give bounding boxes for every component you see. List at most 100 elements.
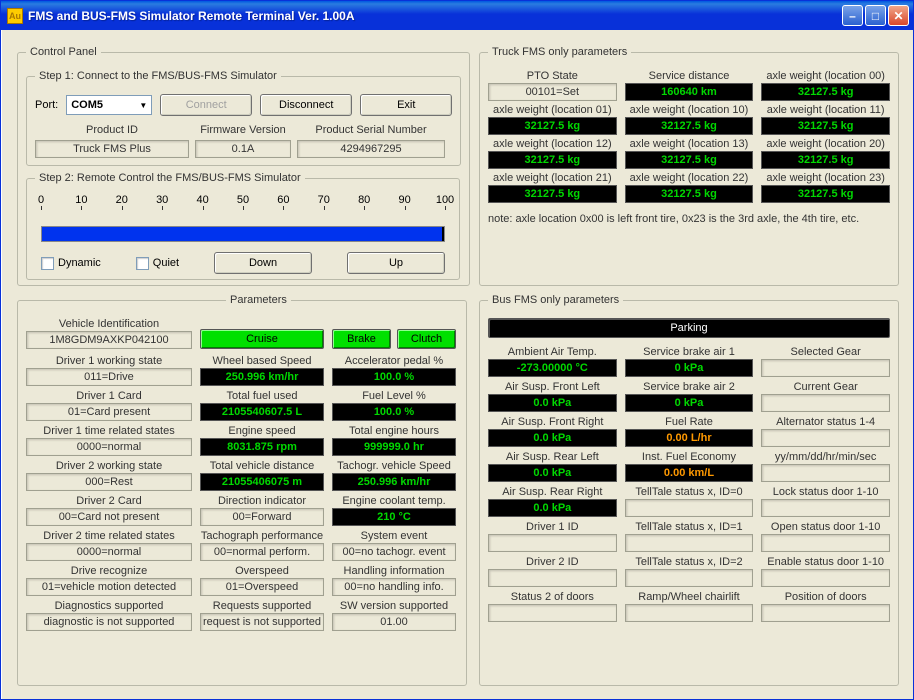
field-value: 00=Card not present (26, 508, 192, 526)
port-select[interactable]: COM5 ▼ (66, 95, 152, 115)
quiet-checkbox[interactable]: Quiet (136, 257, 179, 270)
close-button[interactable]: ✕ (888, 5, 909, 26)
field-label: axle weight (location 23) (761, 172, 890, 184)
parameters-group: Parameters Vehicle Identification 1M8GDM… (17, 294, 467, 686)
scale-tick-label: 20 (116, 194, 128, 206)
field-value (488, 569, 617, 587)
connect-button[interactable]: Connect (160, 94, 252, 116)
maximize-button[interactable]: □ (865, 5, 886, 26)
fw-value: 0.1A (195, 140, 291, 158)
field-label: TellTale status x, ID=0 (625, 486, 754, 498)
field-label: Tachograph performance (200, 530, 324, 542)
field-label: Wheel based Speed (200, 355, 324, 367)
field-label: Air Susp. Front Right (488, 416, 617, 428)
field-label: Driver 2 Card (26, 495, 192, 507)
field-label: Total fuel used (200, 390, 324, 402)
serial-value: 4294967295 (297, 140, 445, 158)
field-label: Driver 1 working state (26, 355, 192, 367)
field-label: axle weight (location 20) (761, 138, 890, 150)
parking-button[interactable]: Parking (488, 318, 890, 338)
scale-tick-label: 10 (75, 194, 87, 206)
control-panel-group: Control Panel Step 1: Connect to the FMS… (17, 46, 470, 286)
fw-label: Firmware Version (195, 124, 291, 136)
progress-bar[interactable] (41, 226, 445, 242)
field-label: Accelerator pedal % (332, 355, 456, 367)
field-value: 0.0 kPa (488, 464, 617, 482)
field-label: Driver 1 ID (488, 521, 617, 533)
field-label: Direction indicator (200, 495, 324, 507)
field-label: Requests supported (200, 600, 324, 612)
field-value: 0.00 L/hr (625, 429, 754, 447)
truck-fms-group: Truck FMS only parameters PTO State00101… (479, 46, 899, 286)
field-value: 0.00 km/L (625, 464, 754, 482)
field-value: 00=no handling info. (332, 578, 456, 596)
port-value: COM5 (71, 99, 103, 111)
field-label: Total engine hours (332, 425, 456, 437)
step2-group: Step 2: Remote Control the FMS/BUS-FMS S… (26, 172, 460, 280)
serial-label: Product Serial Number (297, 124, 445, 136)
field-label: Engine coolant temp. (332, 495, 456, 507)
field-value (761, 464, 890, 482)
field-label: Driver 2 time related states (26, 530, 192, 542)
field-value: 32127.5 kg (761, 117, 890, 135)
field-label: Service brake air 2 (625, 381, 754, 393)
step2-legend: Step 2: Remote Control the FMS/BUS-FMS S… (35, 172, 305, 184)
field-label: axle weight (location 22) (625, 172, 754, 184)
field-value: diagnostic is not supported (26, 613, 192, 631)
window-title: FMS and BUS-FMS Simulator Remote Termina… (28, 9, 842, 23)
product-id-label: Product ID (35, 124, 189, 136)
field-value: 32127.5 kg (488, 117, 617, 135)
field-value: 21055406075 m (200, 473, 324, 491)
field-label: Fuel Rate (625, 416, 754, 428)
field-value: 0.0 kPa (488, 429, 617, 447)
field-label: Handling information (332, 565, 456, 577)
bus-fms-group: Bus FMS only parameters Parking Ambient … (479, 294, 899, 686)
field-value: 160640 km (625, 83, 754, 101)
field-value: 000=Rest (26, 473, 192, 491)
field-label: Driver 2 working state (26, 460, 192, 472)
field-value: 2105540607.5 L (200, 403, 324, 421)
field-label: yy/mm/dd/hr/min/sec (761, 451, 890, 463)
field-value (625, 534, 754, 552)
bus-fms-legend: Bus FMS only parameters (488, 294, 623, 306)
dynamic-checkbox[interactable]: Dynamic (41, 257, 101, 270)
down-button[interactable]: Down (214, 252, 312, 274)
up-button[interactable]: Up (347, 252, 445, 274)
field-value (625, 569, 754, 587)
field-value: 8031.875 rpm (200, 438, 324, 456)
field-label: Drive recognize (26, 565, 192, 577)
field-label: Engine speed (200, 425, 324, 437)
field-value: request is not supported (200, 613, 324, 631)
control-panel-legend: Control Panel (26, 46, 101, 58)
cruise-button[interactable]: Cruise (200, 329, 324, 349)
field-value (761, 604, 890, 622)
field-value: 011=Drive (26, 368, 192, 386)
slider-scale: 0102030405060708090100 (41, 196, 445, 226)
field-label: Overspeed (200, 565, 324, 577)
minimize-button[interactable]: – (842, 5, 863, 26)
field-value (761, 534, 890, 552)
clutch-button[interactable]: Clutch (397, 329, 456, 349)
scale-tick-label: 60 (277, 194, 289, 206)
field-value: 32127.5 kg (761, 151, 890, 169)
scale-tick-label: 50 (237, 194, 249, 206)
field-value (488, 534, 617, 552)
field-label: Fuel Level % (332, 390, 456, 402)
field-label: Position of doors (761, 591, 890, 603)
field-label: Total vehicle distance (200, 460, 324, 472)
field-value: 250.996 km/hr (332, 473, 456, 491)
field-value: -273.00000 °C (488, 359, 617, 377)
disconnect-button[interactable]: Disconnect (260, 94, 352, 116)
field-value (761, 429, 890, 447)
field-label: SW version supported (332, 600, 456, 612)
titlebar: Au FMS and BUS-FMS Simulator Remote Term… (1, 1, 913, 30)
brake-button[interactable]: Brake (332, 329, 391, 349)
field-value: 32127.5 kg (625, 151, 754, 169)
field-value: 100.0 % (332, 368, 456, 386)
field-label: TellTale status x, ID=1 (625, 521, 754, 533)
scale-tick-label: 40 (196, 194, 208, 206)
exit-button[interactable]: Exit (360, 94, 452, 116)
field-value: 01.00 (332, 613, 456, 631)
field-value: 00101=Set (488, 83, 617, 101)
step1-legend: Step 1: Connect to the FMS/BUS-FMS Simul… (35, 70, 281, 82)
